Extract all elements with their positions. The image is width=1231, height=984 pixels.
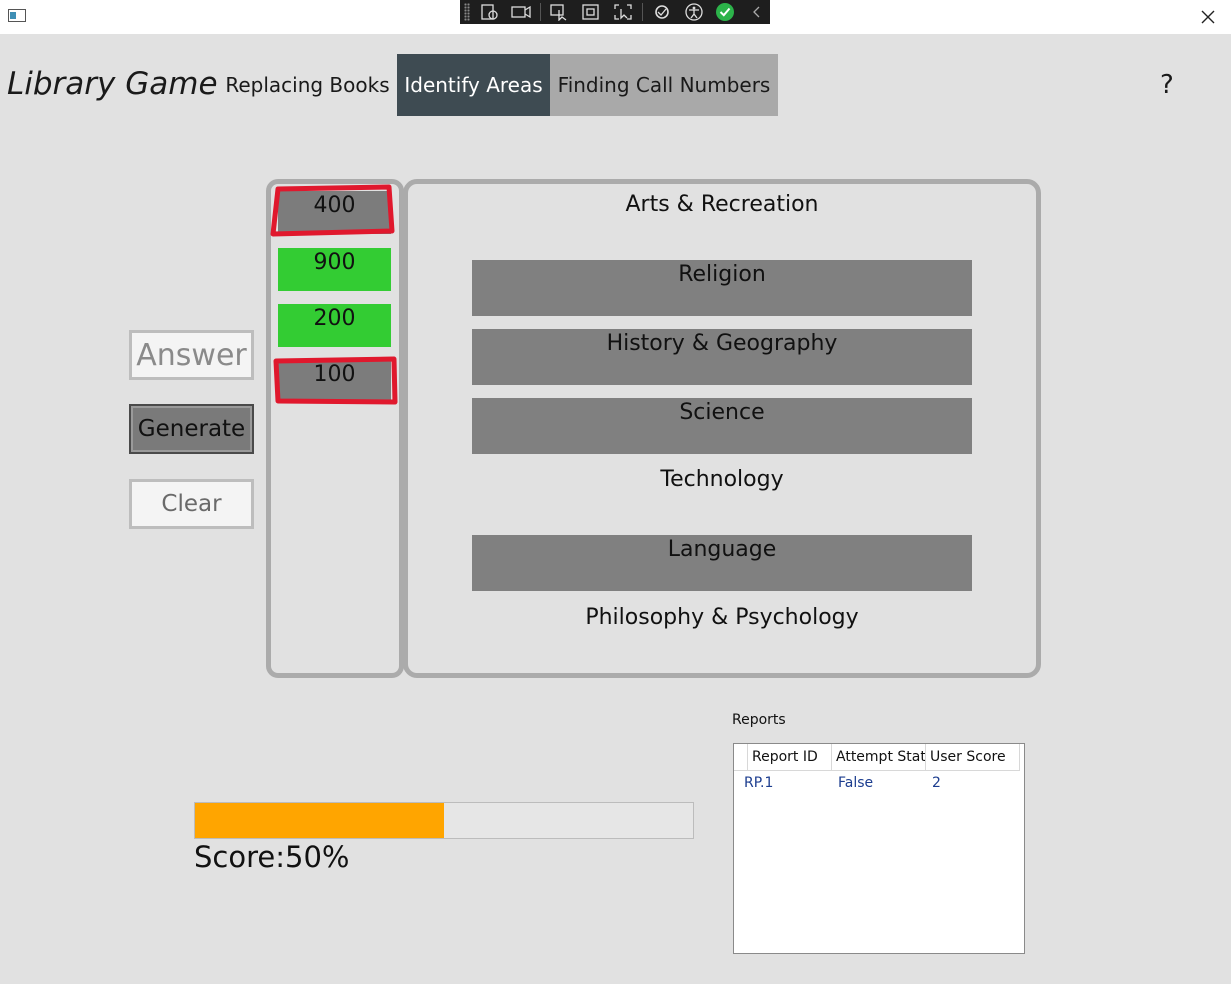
call-number-tile[interactable]: 400 (278, 191, 391, 234)
area-slot-philosophy-psychology[interactable]: Philosophy & Psychology (472, 605, 972, 630)
display-layout-adorners-icon[interactable] (578, 1, 604, 23)
cell-attempt-status: False (838, 775, 874, 791)
check-ok-icon[interactable] (712, 1, 738, 23)
area-slot-history-geography[interactable]: History & Geography (472, 329, 972, 385)
generate-button[interactable]: Generate (129, 404, 254, 454)
call-number-tile[interactable]: 200 (278, 304, 391, 347)
column-header[interactable]: User Score (926, 744, 1020, 770)
area-slot-religion[interactable]: Religion (472, 260, 972, 316)
close-icon (1201, 10, 1215, 24)
app-title: Library Game (7, 66, 218, 102)
area-slot-language[interactable]: Language (472, 535, 972, 591)
score-progress-bar (194, 802, 694, 839)
area-slot-science[interactable]: Science (472, 398, 972, 454)
hot-reload-icon[interactable] (649, 1, 675, 23)
header-spacer (734, 744, 748, 770)
area-slot-arts-recreation[interactable]: Arts & Recreation (472, 192, 972, 217)
close-window-button[interactable] (1185, 0, 1231, 34)
track-focused-element-icon[interactable] (610, 1, 636, 23)
video-camera-icon[interactable] (508, 1, 534, 23)
cell-report-id: RP.1 (744, 775, 774, 791)
score-label: Score:50% (194, 840, 350, 874)
column-header[interactable]: Attempt Status (832, 744, 926, 770)
clear-button[interactable]: Clear (129, 479, 254, 529)
live-visual-tree-icon[interactable] (476, 1, 502, 23)
tab-replacing-books[interactable]: Replacing Books (218, 54, 397, 116)
area-slot-technology[interactable]: Technology (472, 467, 972, 492)
table-header: Report ID Attempt Status User Score (734, 744, 1020, 771)
table-row[interactable]: RP.1 False 2 (734, 771, 1024, 795)
tab-finding-call-numbers[interactable]: Finding Call Numbers (550, 54, 778, 116)
help-button[interactable]: ? (1160, 70, 1174, 100)
toolbar-separator (539, 3, 541, 21)
accessibility-icon[interactable] (681, 1, 707, 23)
reports-table[interactable]: Report ID Attempt Status User Score RP.1… (733, 743, 1025, 954)
toolbar-grip-icon[interactable] (464, 3, 470, 21)
collapse-toolbar-chevron-icon[interactable] (744, 1, 770, 23)
toolbar-separator (641, 3, 643, 21)
debug-toolbar (460, 0, 770, 24)
call-number-tile[interactable]: 100 (278, 360, 391, 403)
column-header[interactable]: Report ID (748, 744, 832, 770)
call-number-tile[interactable]: 900 (278, 248, 391, 291)
app-window-icon (8, 9, 26, 22)
cell-user-score: 2 (932, 775, 941, 791)
select-element-icon[interactable] (547, 1, 573, 23)
tab-identify-areas[interactable]: Identify Areas (397, 54, 550, 116)
answer-button[interactable]: Answer (129, 330, 254, 380)
score-progress-fill (195, 803, 444, 838)
reports-title: Reports (732, 712, 786, 728)
